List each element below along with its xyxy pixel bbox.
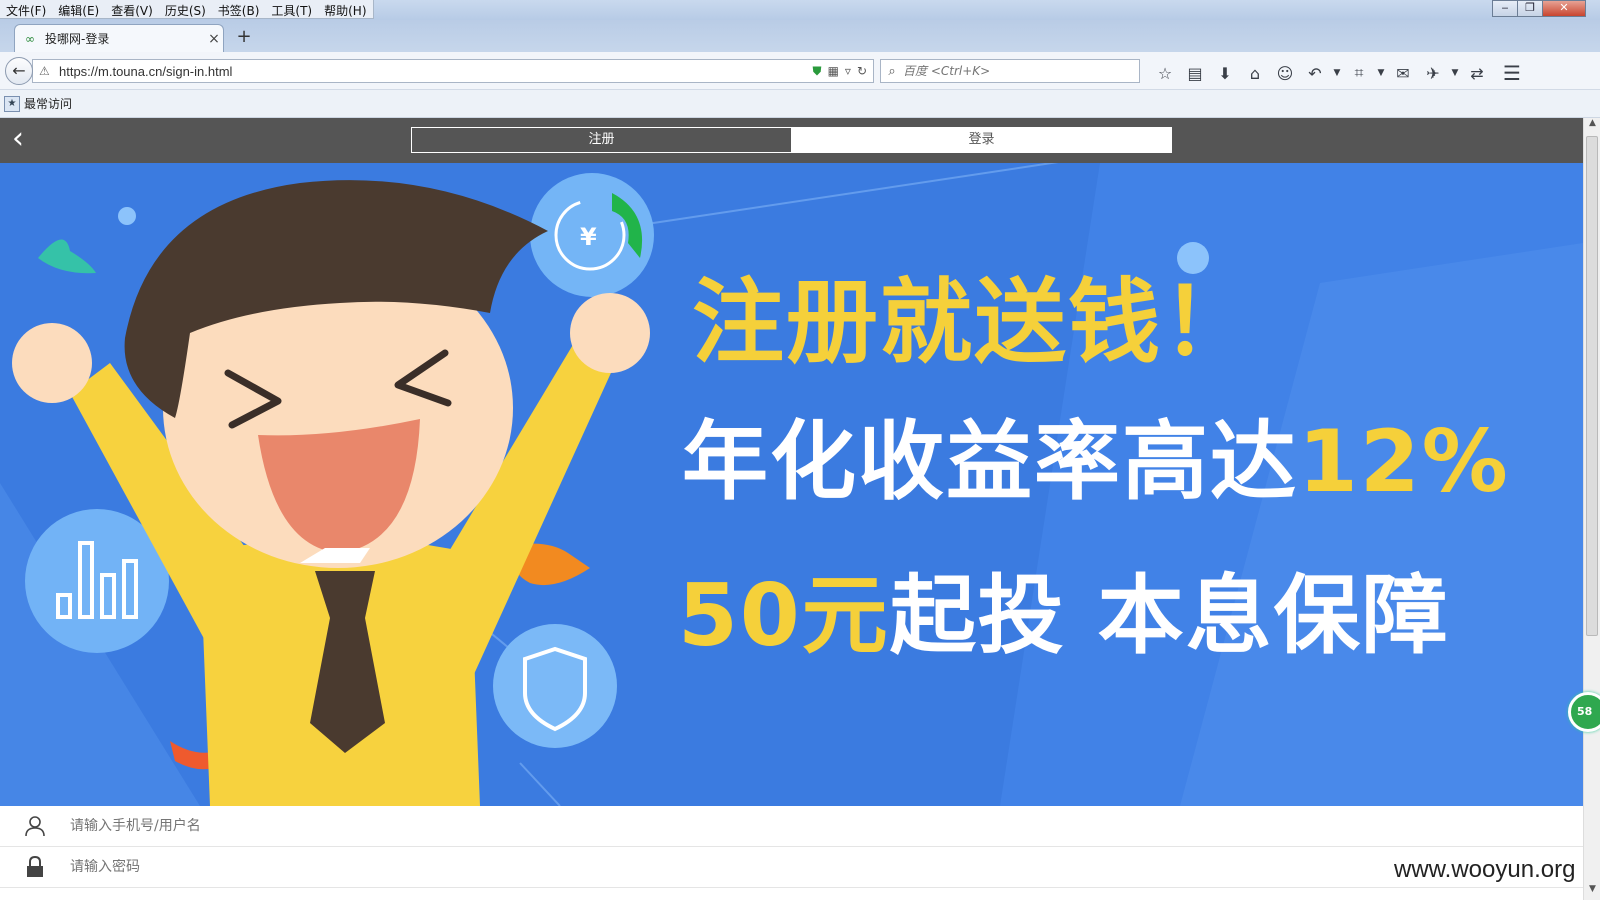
page-viewport: ‹ 注册 登录 ¥ 注册就送钱！ 年化收益率高达12% 50元起投 本息保障 请… bbox=[0, 118, 1583, 900]
url-input[interactable] bbox=[59, 63, 813, 79]
qr-code-icon[interactable]: ▦ bbox=[828, 64, 839, 79]
bookmark-star-icon[interactable]: ☆ bbox=[1150, 64, 1180, 83]
minimize-button[interactable]: ‒ bbox=[1492, 0, 1518, 17]
navigation-bar: ⚠ ⛊ ▦ ▿ ↻ ← ⌕ ☆ ▤ ⬇ ⌂ ☺ ↶ ▼ ⌗ ▼ ✉ ✈ ▼ ⇄ … bbox=[0, 52, 1600, 90]
restore-button[interactable]: ❐ bbox=[1517, 0, 1543, 17]
username-row bbox=[0, 806, 1583, 847]
crop-icon[interactable]: ⌗ bbox=[1344, 63, 1374, 83]
reading-list-icon[interactable]: ▤ bbox=[1180, 64, 1210, 83]
toolbar-icons: ☆ ▤ ⬇ ⌂ ☺ ↶ ▼ ⌗ ▼ ✉ ✈ ▼ ⇄ ☰ bbox=[1150, 61, 1532, 85]
comment-icon[interactable]: ✉ bbox=[1388, 64, 1418, 83]
lock-icon bbox=[0, 856, 70, 878]
home-icon[interactable]: ⌂ bbox=[1240, 64, 1270, 83]
sync-arrows-icon[interactable]: ⇄ bbox=[1462, 64, 1492, 83]
search-bar[interactable]: ⌕ bbox=[880, 59, 1140, 83]
banner-headline: 注册就送钱！ bbox=[692, 269, 1257, 376]
menu-hamburger-icon[interactable]: ☰ bbox=[1492, 61, 1532, 85]
reload-icon[interactable]: ↻ bbox=[857, 64, 867, 79]
site-info-warning-icon[interactable]: ⚠ bbox=[39, 64, 59, 78]
extension-icon[interactable]: ✈ bbox=[1418, 64, 1448, 83]
tab-active[interactable]: ∞ 投哪网-登录 × bbox=[14, 24, 224, 52]
app-header: ‹ 注册 登录 bbox=[0, 118, 1583, 163]
scroll-up-icon[interactable]: ▲ bbox=[1584, 118, 1600, 134]
back-arrow-icon: ← bbox=[12, 61, 26, 80]
username-input[interactable] bbox=[70, 818, 1583, 834]
promo-banner: ¥ 注册就送钱！ 年化收益率高达12% 50元起投 本息保障 bbox=[0, 163, 1583, 806]
dropdown-icon[interactable]: ▿ bbox=[845, 64, 851, 79]
shield-icon[interactable]: ⛊ bbox=[813, 64, 822, 79]
banner-min-invest-line: 50元起投 本息保障 bbox=[678, 545, 1450, 670]
crop-dropdown-icon[interactable]: ▼ bbox=[1374, 68, 1388, 78]
back-button[interactable]: ← bbox=[5, 57, 33, 85]
bookmarks-toolbar: ★ 最常访问 bbox=[0, 90, 1600, 118]
auth-segment-control: 注册 登录 bbox=[411, 127, 1172, 153]
bookmark-most-visited[interactable]: 最常访问 bbox=[24, 95, 72, 112]
chat-icon[interactable]: ☺ bbox=[1270, 64, 1300, 83]
banner-rate-value: 12% bbox=[1298, 412, 1510, 512]
download-icon[interactable]: ⬇ bbox=[1210, 64, 1240, 83]
menu-bookmarks[interactable]: 书签(B) bbox=[212, 0, 266, 18]
tab-register[interactable]: 注册 bbox=[412, 128, 792, 152]
search-icon: ⌕ bbox=[888, 63, 896, 79]
password-input[interactable] bbox=[70, 859, 1583, 875]
search-input[interactable] bbox=[903, 64, 1139, 78]
new-tab-button[interactable]: + bbox=[234, 28, 254, 48]
menu-help[interactable]: 帮助(H) bbox=[318, 0, 372, 18]
menu-view[interactable]: 查看(V) bbox=[105, 0, 159, 18]
url-bar[interactable]: ⚠ ⛊ ▦ ▿ ↻ bbox=[32, 59, 874, 83]
banner-rate-line: 年化收益率高达12% bbox=[682, 391, 1510, 516]
tab-title: 投哪网-登录 bbox=[45, 32, 110, 46]
chevron-left-icon: ‹ bbox=[12, 121, 24, 156]
app-back-button[interactable]: ‹ bbox=[12, 124, 42, 156]
window-titlebar: 文件(F) 编辑(E) 查看(V) 历史(S) 书签(B) 工具(T) 帮助(H… bbox=[0, 0, 1600, 20]
watermark-text: www.wooyun.org bbox=[1394, 856, 1576, 883]
tab-close-icon[interactable]: × bbox=[205, 31, 223, 47]
svg-text:¥: ¥ bbox=[580, 223, 597, 251]
undo-icon[interactable]: ↶ bbox=[1300, 64, 1330, 83]
vertical-scrollbar[interactable]: ▲ ▼ bbox=[1583, 118, 1600, 900]
undo-dropdown-icon[interactable]: ▼ bbox=[1330, 68, 1344, 78]
tab-strip: ∞ 投哪网-登录 × + bbox=[0, 20, 1600, 52]
banner-guarantee-text: 起投 本息保障 bbox=[889, 566, 1450, 666]
site-favicon-icon: ∞ bbox=[25, 31, 35, 46]
close-window-button[interactable]: ✕ bbox=[1542, 0, 1586, 17]
user-icon bbox=[0, 815, 70, 837]
menu-tools[interactable]: 工具(T) bbox=[265, 0, 318, 18]
password-row bbox=[0, 847, 1583, 888]
bookmark-folder-icon: ★ bbox=[4, 95, 20, 112]
banner-min-amount: 50元 bbox=[678, 566, 890, 666]
banner-rate-text: 年化收益率高达 bbox=[682, 412, 1298, 512]
url-bar-icons: ⛊ ▦ ▿ ↻ bbox=[813, 64, 873, 79]
tab-login[interactable]: 登录 bbox=[792, 128, 1171, 152]
menu-file[interactable]: 文件(F) bbox=[0, 0, 52, 18]
menu-edit[interactable]: 编辑(E) bbox=[52, 0, 105, 18]
floating-badge[interactable]: 58 bbox=[1568, 692, 1600, 732]
extension-dropdown-icon[interactable]: ▼ bbox=[1448, 68, 1462, 78]
scroll-down-icon[interactable]: ▼ bbox=[1584, 884, 1600, 900]
window-controls: ‒ ❐ ✕ bbox=[1492, 0, 1586, 17]
scrollbar-thumb[interactable] bbox=[1586, 136, 1598, 636]
menu-bar: 文件(F) 编辑(E) 查看(V) 历史(S) 书签(B) 工具(T) 帮助(H… bbox=[0, 0, 374, 19]
menu-history[interactable]: 历史(S) bbox=[159, 0, 212, 18]
